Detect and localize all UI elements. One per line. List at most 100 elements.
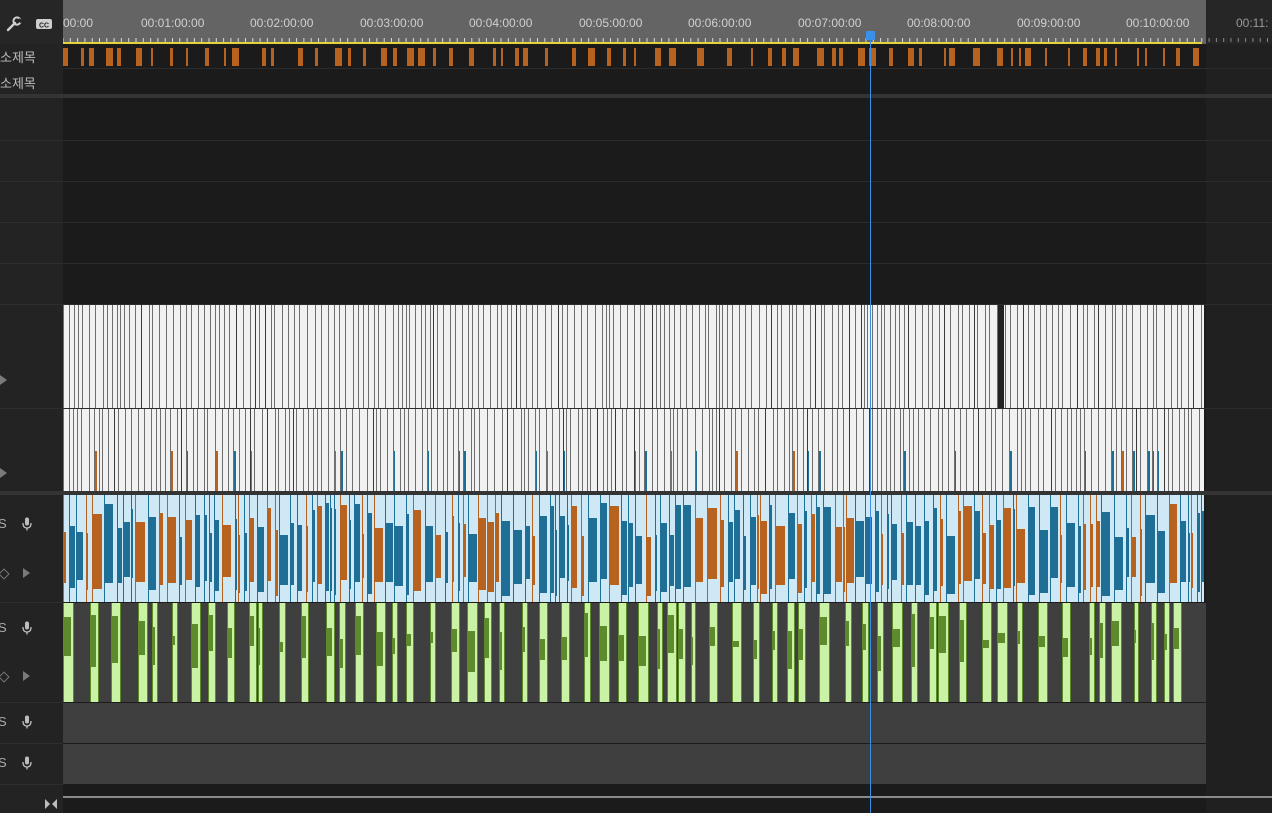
video-clip-edge[interactable] bbox=[1005, 305, 1007, 408]
video-clip-edge[interactable] bbox=[1126, 409, 1128, 491]
subtitle-clip[interactable] bbox=[949, 48, 956, 66]
video-clip-marker[interactable] bbox=[393, 451, 395, 491]
subtitle-clip[interactable] bbox=[889, 48, 894, 66]
audio-clip-edge[interactable] bbox=[823, 495, 824, 602]
video-clip-edge[interactable] bbox=[659, 305, 661, 408]
audio-clip-waveform[interactable] bbox=[600, 626, 607, 661]
audio-clip[interactable] bbox=[1111, 603, 1122, 702]
audio-clip-edge[interactable] bbox=[609, 495, 610, 602]
video-clip-edge[interactable] bbox=[843, 409, 845, 491]
video-clip-edge[interactable] bbox=[107, 409, 109, 491]
audio-clip-waveform[interactable] bbox=[679, 629, 683, 659]
audio-clip-edge[interactable] bbox=[707, 495, 708, 602]
audio-clip[interactable] bbox=[513, 530, 522, 584]
video-clip-edge[interactable] bbox=[1114, 305, 1116, 408]
video-clip-edge[interactable] bbox=[482, 305, 484, 408]
video-clip-edge[interactable] bbox=[386, 409, 388, 491]
audio-clip-edge[interactable] bbox=[683, 495, 684, 602]
audio-clip[interactable] bbox=[92, 514, 102, 589]
subtitle-clip[interactable] bbox=[1104, 48, 1108, 66]
video-clip-edge[interactable] bbox=[197, 409, 199, 491]
video-clip-edge[interactable] bbox=[1057, 305, 1059, 408]
audio-clip-edge[interactable] bbox=[760, 495, 761, 602]
audio-clip-waveform[interactable] bbox=[377, 632, 383, 666]
video-clip-marker[interactable] bbox=[546, 451, 549, 491]
audio-clip-edge[interactable] bbox=[933, 495, 934, 602]
subtitle-clip[interactable] bbox=[817, 48, 825, 66]
video-clip-edge[interactable] bbox=[652, 409, 654, 491]
video-clip-edge[interactable] bbox=[551, 409, 553, 491]
video-clip-edge[interactable] bbox=[802, 409, 804, 491]
audio-clip-waveform[interactable] bbox=[280, 642, 283, 652]
audio-clip[interactable] bbox=[1016, 529, 1025, 583]
audio-clip[interactable] bbox=[148, 517, 156, 590]
video-clip-edge[interactable] bbox=[94, 305, 96, 408]
video-clip-marker[interactable] bbox=[186, 451, 189, 491]
video-clip-edge[interactable] bbox=[871, 305, 873, 408]
video-clip-edge[interactable] bbox=[788, 409, 790, 491]
subtitle-clip[interactable] bbox=[433, 48, 437, 66]
audio-clip-edge[interactable] bbox=[775, 495, 776, 602]
video-clip-edge[interactable] bbox=[727, 305, 729, 408]
video-clip-edge[interactable] bbox=[400, 409, 402, 491]
audio-clip-edge[interactable] bbox=[1201, 495, 1202, 602]
audio-clip-edge[interactable] bbox=[267, 495, 268, 602]
video-clip-edge[interactable] bbox=[1034, 305, 1036, 408]
audio-clip-edge[interactable] bbox=[1191, 495, 1192, 602]
video-clip-edge[interactable] bbox=[372, 409, 374, 491]
video-clip-edge[interactable] bbox=[989, 305, 991, 408]
audio-clip[interactable] bbox=[1134, 603, 1139, 702]
subtitle-clip[interactable] bbox=[1163, 48, 1166, 66]
audio-track-4-empty[interactable] bbox=[63, 744, 1206, 784]
video-clip-edge[interactable] bbox=[1168, 409, 1170, 491]
audio-clip-edge[interactable] bbox=[757, 495, 758, 602]
audio-clip-edge[interactable] bbox=[204, 495, 205, 602]
video-clip-edge[interactable] bbox=[656, 409, 658, 491]
video-clip-edge[interactable] bbox=[748, 409, 750, 491]
subtitle-clip-track[interactable] bbox=[63, 45, 1204, 68]
mic-icon[interactable] bbox=[21, 715, 33, 729]
video-clip-edge[interactable] bbox=[949, 305, 951, 408]
audio-clip-edge[interactable] bbox=[487, 495, 488, 602]
audio-clip-edge[interactable] bbox=[257, 495, 258, 602]
video-clip-gap[interactable] bbox=[998, 305, 1004, 408]
video-clip-marker[interactable] bbox=[1148, 451, 1150, 491]
audio-clip-edge[interactable] bbox=[222, 495, 223, 602]
audio-clip-edge[interactable] bbox=[452, 495, 453, 602]
horizontal-scrollbar[interactable] bbox=[63, 796, 1272, 798]
audio-clip-waveform[interactable] bbox=[983, 640, 989, 648]
video-clip-edge[interactable] bbox=[930, 409, 932, 491]
audio-clip-edge[interactable] bbox=[148, 495, 149, 602]
video-clip-edge[interactable] bbox=[114, 409, 116, 491]
video-clip-edge[interactable] bbox=[1153, 305, 1155, 408]
zoom-fit-icon[interactable] bbox=[44, 798, 58, 810]
audio-clip-waveform[interactable] bbox=[356, 616, 361, 655]
audio-clip[interactable] bbox=[1169, 504, 1177, 583]
audio-clip[interactable] bbox=[609, 506, 619, 585]
subtitle-clip[interactable] bbox=[919, 48, 923, 66]
video-clip-edge[interactable] bbox=[776, 305, 778, 408]
video-clip-edge[interactable] bbox=[405, 305, 407, 408]
audio-clip[interactable] bbox=[1173, 603, 1182, 702]
audio-clip-edge[interactable] bbox=[63, 495, 64, 602]
audio-clip-waveform[interactable] bbox=[1165, 634, 1167, 650]
video-clip-edge[interactable] bbox=[1061, 409, 1063, 491]
audio-clip-edge[interactable] bbox=[340, 495, 341, 602]
audio-clip-edge[interactable] bbox=[334, 495, 335, 602]
video-clip-edge[interactable] bbox=[516, 305, 518, 408]
chevron-right-icon[interactable] bbox=[0, 468, 7, 478]
video-clip-edge[interactable] bbox=[788, 305, 790, 408]
video-clip-edge[interactable] bbox=[134, 305, 136, 408]
video-clip-edge[interactable] bbox=[408, 305, 410, 408]
audio-clip[interactable] bbox=[425, 526, 433, 582]
audio-clip-edge[interactable] bbox=[167, 495, 168, 602]
video-clip-edge[interactable] bbox=[849, 409, 851, 491]
chevron-right-icon[interactable] bbox=[23, 568, 30, 578]
video-clip-edge[interactable] bbox=[472, 305, 474, 408]
audio-clip[interactable] bbox=[1028, 507, 1035, 595]
timeline-empty-area[interactable] bbox=[1206, 44, 1272, 813]
video-clip-edge[interactable] bbox=[243, 305, 245, 408]
video-clip-edge[interactable] bbox=[1001, 409, 1003, 491]
subtitle-clip[interactable] bbox=[106, 48, 114, 66]
video-clip-edge[interactable] bbox=[1170, 305, 1172, 408]
